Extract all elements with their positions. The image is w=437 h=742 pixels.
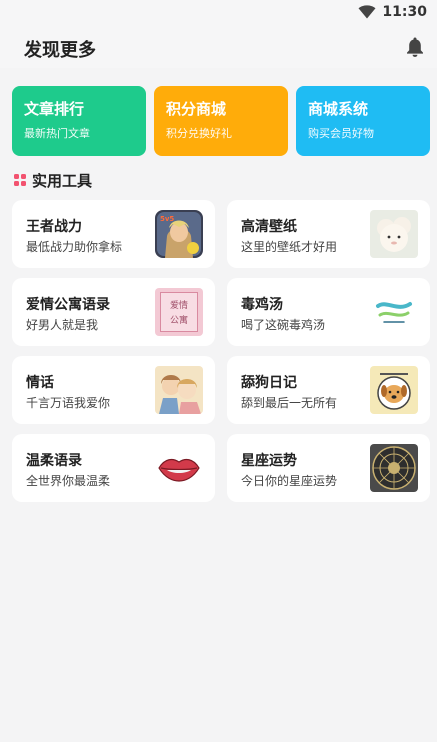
zodiac-wheel-thumbnail-icon (370, 444, 418, 492)
apartment-sign-thumbnail-icon: 爱情 公寓 (155, 288, 203, 336)
tool-subtitle: 千言万语我爱你 (26, 396, 111, 410)
section-header: 实用工具 (14, 170, 92, 190)
tool-title: 情话 (26, 375, 54, 391)
tool-subtitle: 最低战力助你拿标 (26, 240, 123, 254)
banner-title: 商城系统 (308, 100, 369, 118)
points-mall-card[interactable]: 积分商城 积分兑换好礼 (154, 86, 288, 156)
banner-title: 积分商城 (166, 100, 227, 118)
grid-icon (14, 174, 26, 186)
tool-subtitle: 今日你的星座运势 (241, 474, 338, 488)
game-hero-thumbnail-icon: 5v5 (155, 210, 203, 258)
tool-subtitle: 喝了这碗毒鸡汤 (241, 318, 326, 332)
tool-title: 高清壁纸 (241, 219, 297, 235)
mall-system-card[interactable]: 商城系统 购买会员好物 (296, 86, 430, 156)
tool-subtitle: 全世界你最温柔 (26, 474, 111, 488)
article-ranking-card[interactable]: 文章排行 最新热门文章 (12, 86, 146, 156)
banner-subtitle: 购买会员好物 (308, 127, 374, 140)
section-title: 实用工具 (32, 171, 93, 190)
lips-thumbnail-icon (155, 444, 203, 492)
svg-text:5v5: 5v5 (160, 215, 174, 223)
status-icons: 11:30 (358, 2, 427, 22)
tool-title: 爱情公寓语录 (26, 297, 110, 313)
tool-card-love-words[interactable]: 情话 千言万语我爱你 (12, 356, 215, 424)
tool-card-ipartment-quotes[interactable]: 爱情公寓语录 好男人就是我 爱情 公寓 (12, 278, 215, 346)
tool-card-hd-wallpaper[interactable]: 高清壁纸 这里的壁纸才好用 (227, 200, 430, 268)
app-bar: 发现更多 (0, 24, 437, 68)
status-bar: 11:30 (0, 0, 437, 24)
tool-card-toxic-soup[interactable]: 毒鸡汤 喝了这碗毒鸡汤 (227, 278, 430, 346)
thumb-text: 爱情 (169, 301, 188, 311)
tool-subtitle: 这里的壁纸才好用 (241, 240, 338, 254)
page-title: 发现更多 (24, 40, 96, 61)
banner-title: 文章排行 (24, 100, 85, 118)
tool-title: 舔狗日记 (241, 375, 297, 391)
tool-subtitle: 好男人就是我 (26, 318, 99, 332)
tool-card-gentle-quotes[interactable]: 温柔语录 全世界你最温柔 (12, 434, 215, 502)
tool-title: 王者战力 (26, 219, 82, 235)
banner-subtitle: 最新热门文章 (24, 127, 90, 140)
tool-title: 温柔语录 (26, 453, 82, 469)
couple-illustration-thumbnail-icon (155, 366, 203, 414)
tool-subtitle: 舔到最后一无所有 (241, 396, 338, 410)
wave-logo-thumbnail-icon (370, 288, 418, 336)
tool-card-horoscope[interactable]: 星座运势 今日你的星座运势 (227, 434, 430, 502)
dog-astronaut-thumbnail-icon (370, 366, 418, 414)
tool-card-simp-diary[interactable]: 舔狗日记 舔到最后一无所有 (227, 356, 430, 424)
status-time: 11:30 (382, 4, 427, 20)
feature-banners: 文章排行 最新热门文章 积分商城 积分兑换好礼 商城系统 购买会员好物 (12, 86, 430, 156)
tool-card-king-power[interactable]: 王者战力 最低战力助你拿标 5v5 (12, 200, 215, 268)
wifi-icon (358, 5, 376, 19)
tool-title: 毒鸡汤 (241, 297, 283, 313)
fluffy-toy-thumbnail-icon (370, 210, 418, 258)
banner-subtitle: 积分兑换好礼 (166, 127, 232, 140)
notification-bell-icon[interactable] (405, 36, 425, 58)
tool-title: 星座运势 (241, 453, 297, 469)
thumb-text: 公寓 (169, 316, 188, 326)
tool-grid: 王者战力 最低战力助你拿标 5v5 高清壁纸 这里的壁纸才好用 爱情公寓语录 好… (12, 200, 430, 502)
